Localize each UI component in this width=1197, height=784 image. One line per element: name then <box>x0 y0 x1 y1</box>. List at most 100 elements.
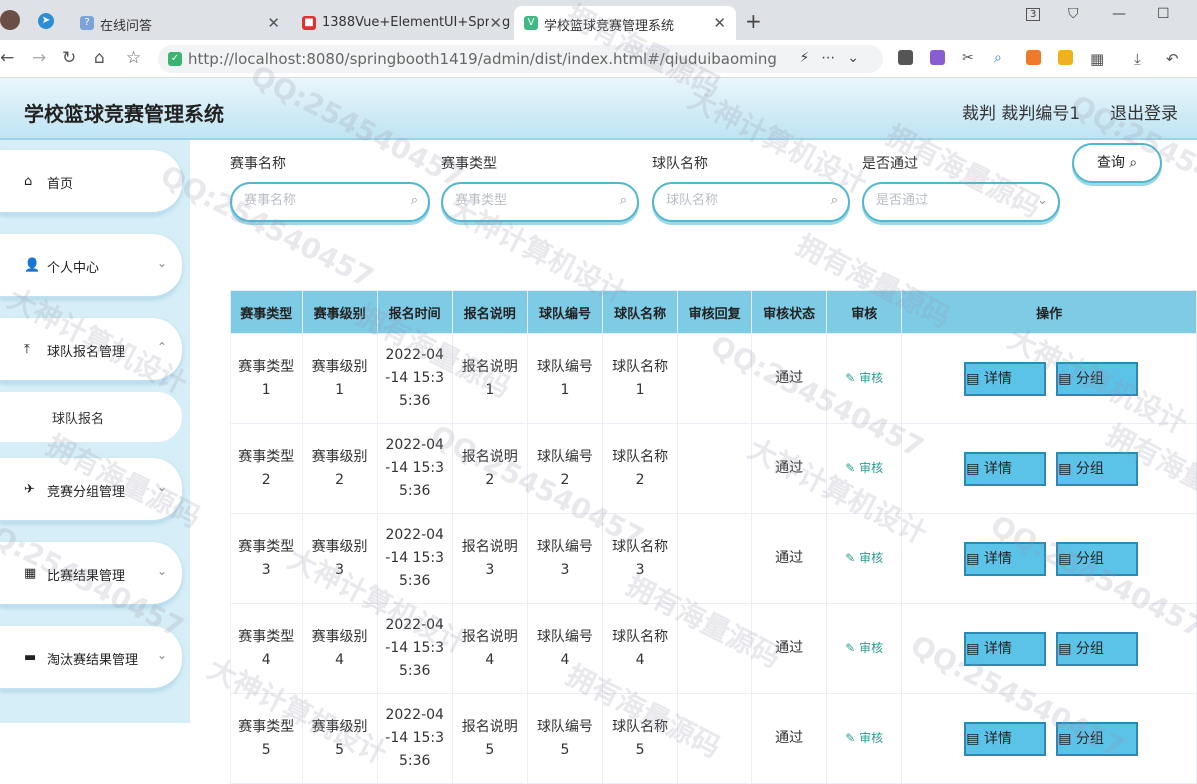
column-header: 赛事级别 <box>301 290 378 334</box>
group-button[interactable]: ▤ 分组 <box>1056 451 1139 486</box>
url-action-icons[interactable]: ⚡⋯⌄ <box>799 50 871 66</box>
detail-button[interactable]: ▤ 详情 <box>964 451 1047 486</box>
document-icon: ▤ <box>1058 370 1072 387</box>
chevron-down-icon: ⌄ <box>157 480 168 494</box>
reload-icon[interactable]: ↻ <box>62 48 76 68</box>
cell-teamno: 球队编号5 <box>526 693 604 784</box>
home-icon[interactable]: ⌂ <box>94 48 105 68</box>
shirt-icon[interactable]: ⛉ <box>1068 6 1079 22</box>
close-tab-icon[interactable]: ✕ <box>713 14 726 32</box>
extension-icon[interactable] <box>898 50 913 65</box>
cell-level: 赛事级别5 <box>301 693 378 784</box>
group-label: 分组 <box>1075 550 1104 567</box>
group-label: 分组 <box>1075 640 1104 657</box>
sidebar-item-team-registration[interactable]: ⤒ 球队报名管理 ⌃ <box>0 318 182 382</box>
audit-link[interactable]: ✎ 审核 <box>845 551 883 565</box>
search-icon: ⌕ <box>1129 155 1138 171</box>
sidebar-item-label: 比赛结果管理 <box>47 569 126 584</box>
sidebar-item-personal-center[interactable]: 👤 个人中心 ⌄ <box>0 234 182 298</box>
game-ext-icon[interactable] <box>1026 50 1041 65</box>
logout-button[interactable]: 退出登录 <box>1110 99 1178 124</box>
sidebar-item-label: 淘汰赛结果管理 <box>47 653 139 668</box>
minimize-icon[interactable]: — <box>1112 6 1126 22</box>
new-tab-icon[interactable]: + <box>745 9 762 33</box>
submenu-item-team-registration[interactable]: 球队报名 <box>0 392 182 442</box>
cell-reply <box>677 693 753 784</box>
cell-actions: ▤ 详情 ▤ 分组 <box>901 513 1197 604</box>
tab-count-badge[interactable]: 3 <box>1026 8 1041 21</box>
detail-button[interactable]: ▤ 详情 <box>964 541 1047 576</box>
sidebar-item-home[interactable]: ⌂ 首页 <box>0 150 182 214</box>
chevron-down-icon: ⌄ <box>157 564 168 578</box>
group-button[interactable]: ▤ 分组 <box>1056 541 1139 576</box>
detail-button[interactable]: ▤ 详情 <box>964 361 1047 396</box>
audit-link[interactable]: ✎ 审核 <box>845 461 883 475</box>
cell-team: 球队名称5 <box>602 693 679 784</box>
browser-tab-3[interactable]: V 学校篮球竞赛管理系统 ✕ <box>514 6 736 40</box>
audit-link[interactable]: ✎ 审核 <box>845 641 883 655</box>
event-type-input[interactable] <box>455 193 595 208</box>
translate-icon[interactable] <box>930 50 945 65</box>
audit-link[interactable]: ✎ 审核 <box>845 731 883 745</box>
sidebar-item-label: 个人中心 <box>47 261 100 276</box>
close-tab-icon[interactable]: ✕ <box>267 14 280 32</box>
event-name-field[interactable]: ⌕ <box>230 182 430 222</box>
cell-status: 通过 <box>751 333 828 424</box>
event-name-input[interactable] <box>244 193 384 208</box>
detail-button[interactable]: ▤ 详情 <box>964 721 1047 756</box>
group-button[interactable]: ▤ 分组 <box>1056 631 1139 666</box>
shield-ext-icon[interactable] <box>1058 50 1073 65</box>
search-ext-icon[interactable]: ⌕ <box>994 50 1002 66</box>
maximize-icon[interactable]: ☐ <box>1157 6 1170 22</box>
download-icon[interactable]: ⤓ <box>1134 50 1141 68</box>
detail-label: 详情 <box>983 550 1012 567</box>
search-icon: ⌕ <box>619 193 627 208</box>
team-name-input[interactable] <box>666 193 806 208</box>
browser-tab-1[interactable]: ? 在线问答 ✕ <box>70 6 290 40</box>
back-icon[interactable]: ← <box>0 48 14 68</box>
audit-label: 审核 <box>859 731 884 745</box>
url-field[interactable]: ✓ http://localhost:8080/springbooth1419/… <box>158 45 883 73</box>
close-tab-icon[interactable]: ✕ <box>489 14 502 32</box>
sidebar-item-knockout-results[interactable]: ▬ 淘汰赛结果管理 ⌄ <box>0 626 182 690</box>
chevron-down-icon: ⌄ <box>157 256 168 270</box>
tab-title: 在线问答 <box>100 19 153 34</box>
url-text[interactable]: http://localhost:8080/springbooth1419/ad… <box>188 50 777 68</box>
grid-icon: ▦ <box>24 566 37 581</box>
cell-actions: ▤ 详情 ▤ 分组 <box>901 333 1197 424</box>
cell-audit: ✎ 审核 <box>826 693 903 784</box>
cell-status: 通过 <box>751 693 828 784</box>
sidebar-item-match-results[interactable]: ▦ 比赛结果管理 ⌄ <box>0 542 182 606</box>
apps-icon[interactable]: ▦ <box>1090 50 1104 68</box>
document-icon: ▤ <box>1058 640 1072 657</box>
upload-icon: ⤒ <box>24 342 30 357</box>
telegram-icon[interactable]: ➤ <box>38 13 54 29</box>
approved-select[interactable]: ⌄ <box>862 182 1060 222</box>
sidebar-item-label: 球队报名管理 <box>47 345 126 360</box>
group-button[interactable]: ▤ 分组 <box>1056 361 1139 396</box>
cell-status: 通过 <box>751 603 828 694</box>
cell-team: 球队名称1 <box>602 333 679 424</box>
event-type-field[interactable]: ⌕ <box>441 182 639 222</box>
scissors-icon[interactable]: ✂ <box>962 50 974 66</box>
profile-avatar[interactable] <box>0 10 20 30</box>
cell-actions: ▤ 详情 ▤ 分组 <box>901 603 1197 694</box>
cell-team: 球队名称4 <box>602 603 679 694</box>
chevron-down-icon: ⌄ <box>157 648 168 662</box>
approved-select-input[interactable] <box>876 193 1016 208</box>
forward-icon[interactable]: → <box>32 48 46 68</box>
audit-link[interactable]: ✎ 审核 <box>845 371 883 385</box>
query-button[interactable]: 查询 ⌕ <box>1072 143 1162 183</box>
team-name-field[interactable]: ⌕ <box>652 182 850 222</box>
edit-icon: ✎ <box>845 641 856 655</box>
browser-tab-2[interactable]: ■ 1388Vue+ElementUI+Spring ✕ <box>292 6 512 40</box>
undo-icon[interactable]: ↶ <box>1166 50 1179 68</box>
column-header: 赛事类型 <box>230 290 303 334</box>
bookmark-icon[interactable]: ☆ <box>126 48 141 68</box>
cell-status: 通过 <box>751 513 828 604</box>
detail-button[interactable]: ▤ 详情 <box>964 631 1047 666</box>
group-button[interactable]: ▤ 分组 <box>1056 721 1139 756</box>
sidebar-item-group-management[interactable]: ✈ 竞赛分组管理 ⌄ <box>0 458 182 522</box>
table-row: 赛事类型5 赛事级别5 2022-04-14 15:35:36 报名说明5 球队编号5 球… <box>230 693 1197 784</box>
cell-audit: ✎ 审核 <box>826 603 903 694</box>
